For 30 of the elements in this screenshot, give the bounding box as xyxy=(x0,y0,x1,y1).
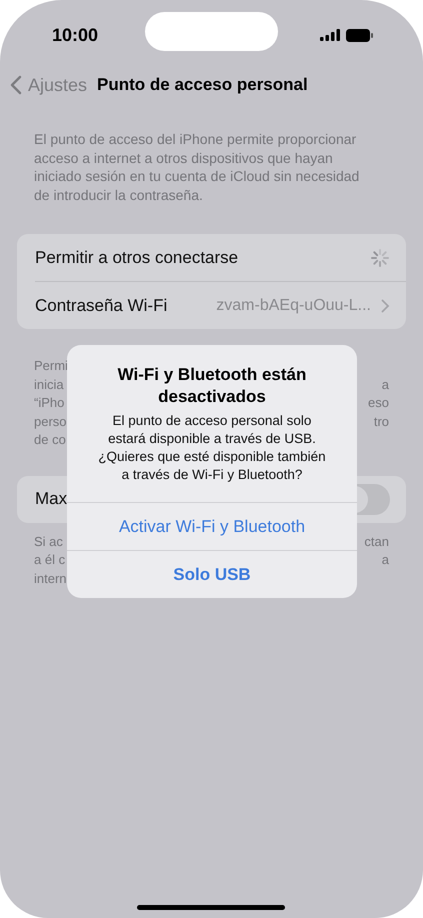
partial-text: ctan xyxy=(364,532,389,550)
setting-value: zvam-bAEq-uOuu-L... xyxy=(216,296,371,314)
partial-text: Si ac xyxy=(34,532,63,550)
partial-text: de co xyxy=(34,431,66,449)
partial-text: a él c xyxy=(34,551,66,569)
chevron-left-icon xyxy=(10,75,22,95)
partial-text: perso xyxy=(34,412,67,431)
battery-icon xyxy=(346,28,373,42)
partial-text: inicia xyxy=(34,376,64,394)
page-title: Punto de acceso personal xyxy=(97,75,308,95)
partial-text: Permi xyxy=(34,357,68,375)
partial-text: tro xyxy=(374,412,389,430)
partial-text: eso xyxy=(368,394,389,412)
partial-text: a xyxy=(382,376,389,394)
setting-label: Max xyxy=(35,489,68,509)
alert-message: El punto de acceso personal solo estará disponible a través de USB. ¿Quieres que esté disponible también a través de Wi-Fi y Bluetooth? xyxy=(97,412,327,484)
status-time: 10:00 xyxy=(52,24,98,46)
loading-spinner-icon xyxy=(370,248,390,268)
partial-text: “iPho xyxy=(34,394,64,412)
signal-icon xyxy=(320,29,340,41)
setting-label: Contraseña Wi-Fi xyxy=(35,296,168,316)
setting-label: Permitir a otros conectarse xyxy=(35,248,240,268)
alert-title: Wi-Fi y Bluetooth están desactivados xyxy=(116,364,308,408)
alert-button[interactable]: Solo USB xyxy=(67,550,357,598)
partial-text: intern xyxy=(34,570,67,588)
description-text: El punto de acceso del iPhone permite proporcionar acceso a internet a otros dispositivos que hayan iniciado sesión en tu cuenta de iCloud sin necesidad de introducir la contraseña. xyxy=(33,130,360,204)
partial-text: a xyxy=(382,551,389,569)
alert-button[interactable]: Activar Wi-Fi y Bluetooth xyxy=(67,502,357,550)
chevron-right-icon[interactable] xyxy=(381,298,390,312)
back-button[interactable]: Ajustes xyxy=(10,74,88,96)
